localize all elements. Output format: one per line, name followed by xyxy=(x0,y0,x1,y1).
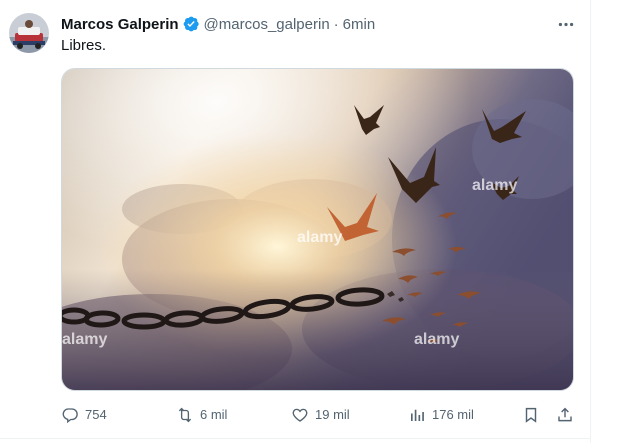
retweet-count: 6 mil xyxy=(200,407,228,422)
tweet-timestamp[interactable]: 6min xyxy=(343,16,376,33)
heart-icon xyxy=(292,408,308,422)
image-watermark: alamy xyxy=(472,177,518,194)
display-name[interactable]: Marcos Galperin xyxy=(61,16,179,33)
tweet-card: Marcos Galperin @marcos_galperin · 6min … xyxy=(0,0,621,443)
retweet-button[interactable]: 6 mil xyxy=(176,404,227,426)
tweet-image[interactable]: alamy alamy alamy alamy xyxy=(61,68,574,391)
reply-count: 754 xyxy=(85,407,107,422)
tweet-header: Marcos Galperin @marcos_galperin · 6min xyxy=(61,14,375,34)
retweet-icon xyxy=(178,407,192,423)
share-button[interactable] xyxy=(556,404,580,426)
author-handle[interactable]: @marcos_galperin xyxy=(204,16,330,33)
tweet-divider xyxy=(0,438,590,439)
more-button[interactable] xyxy=(555,14,577,34)
avatar[interactable] xyxy=(9,13,49,53)
views-button[interactable]: 176 mil xyxy=(408,404,474,426)
like-button[interactable]: 19 mil xyxy=(291,404,350,426)
verified-badge-icon xyxy=(182,15,200,33)
tweet-text: Libres. xyxy=(61,37,107,54)
like-count: 19 mil xyxy=(315,407,350,422)
bookmark-button[interactable] xyxy=(522,404,546,426)
column-divider xyxy=(590,0,591,443)
image-watermark: alamy xyxy=(297,229,343,246)
more-horizontal-icon xyxy=(558,22,574,26)
reply-icon xyxy=(62,408,78,424)
tweet-actions: 754 6 mil 19 mil 176 mil xyxy=(61,404,578,426)
views-count: 176 mil xyxy=(432,407,474,422)
reply-button[interactable]: 754 xyxy=(61,404,107,426)
image-watermark: alamy xyxy=(414,331,460,348)
share-icon xyxy=(558,407,572,422)
separator-dot: · xyxy=(333,15,339,33)
image-watermark: alamy xyxy=(62,331,108,348)
bookmark-icon xyxy=(525,407,537,423)
analytics-icon xyxy=(411,409,424,421)
